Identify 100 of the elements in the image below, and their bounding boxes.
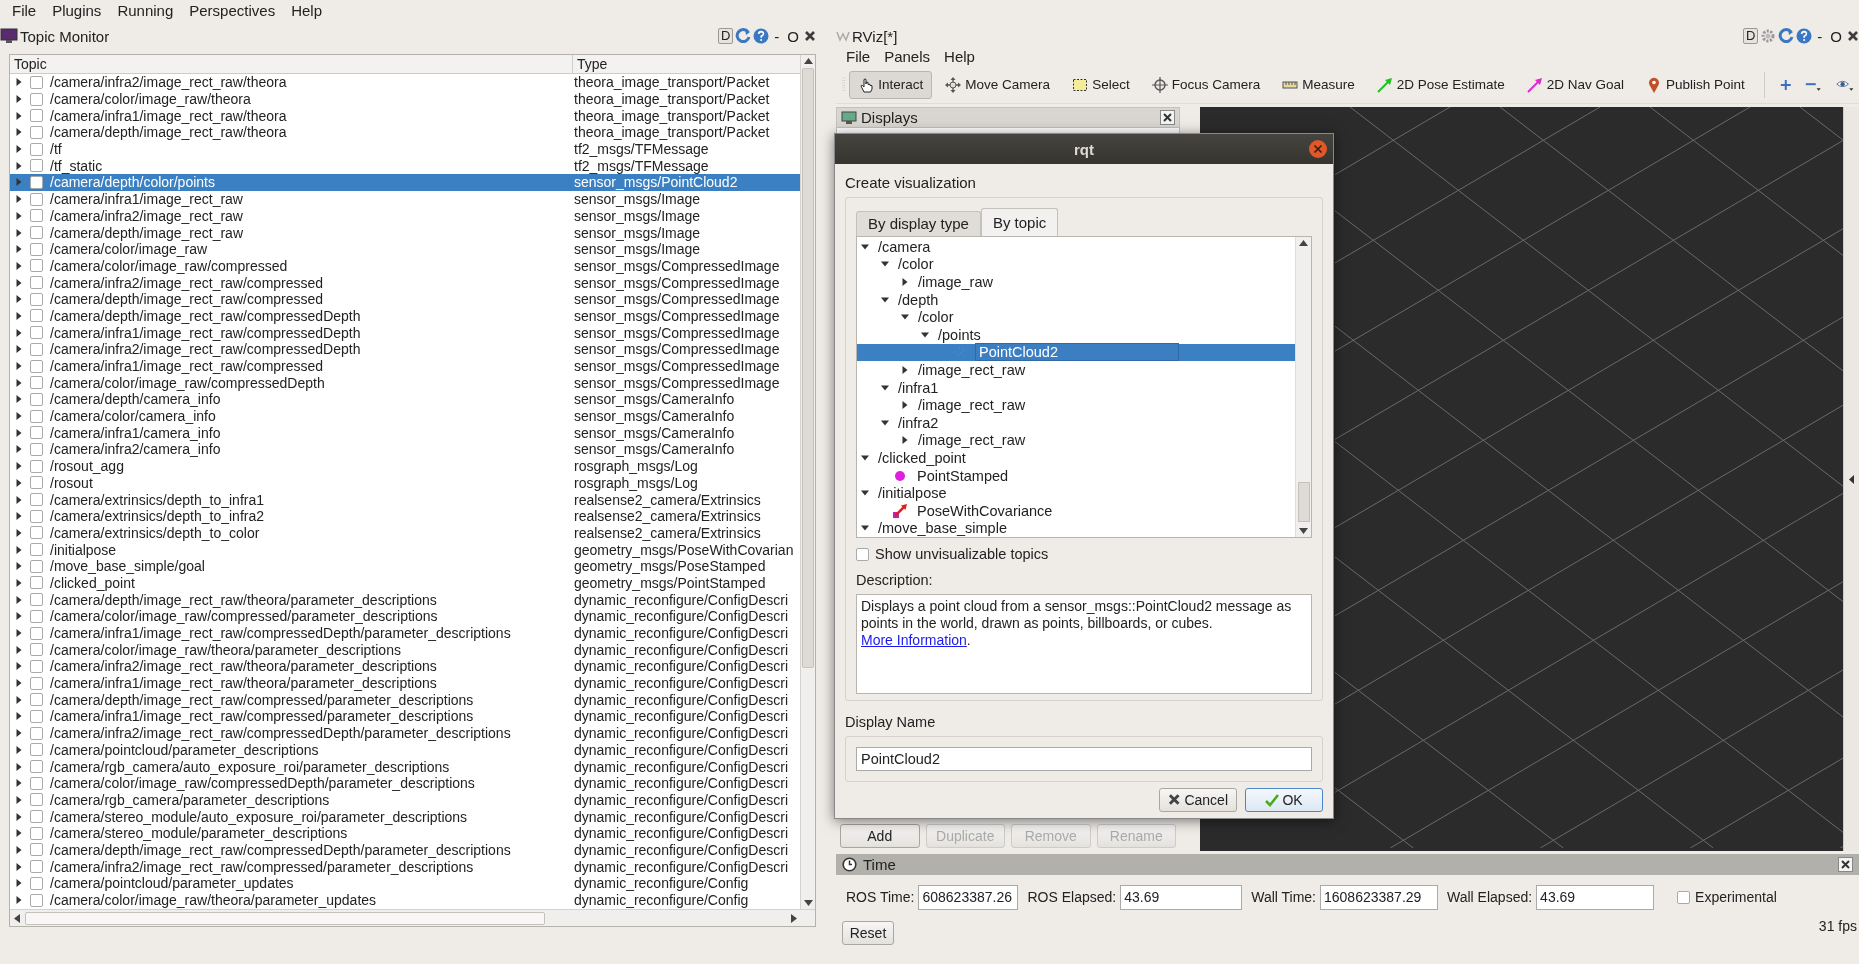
expand-arrow-icon[interactable]: [901, 436, 909, 445]
topic-tree[interactable]: [856, 236, 1312, 538]
help-icon[interactable]: [753, 28, 770, 44]
display-name-field[interactable]: PointCloud2: [856, 747, 1312, 771]
expand-arrow-icon[interactable]: [901, 365, 909, 374]
table-row[interactable]: /camera/color/image_raw/compressed sensor_msgs/CompressedImage: [10, 257, 800, 275]
checkbox[interactable]: [30, 426, 43, 440]
table-row[interactable]: /move_base_simple/goal geometry_msgs/PoseStamped: [10, 557, 800, 575]
tool-button[interactable]: Publish Point: [1637, 70, 1754, 99]
expand-arrow-icon[interactable]: [15, 111, 23, 120]
table-row[interactable]: /camera/depth/image_rect_raw/compressedDepth/parameter_descriptions dynamic_reconfigure/ConfigDescri: [10, 841, 800, 859]
table-row[interactable]: /camera/infra2/image_rect_raw/compressedDepth sensor_msgs/CompressedImage: [10, 341, 800, 358]
checkbox[interactable]: [30, 192, 43, 206]
table-row[interactable]: /camera/extrinsics/depth_to_color realsense2_camera/Extrinsics: [10, 524, 800, 542]
checkbox[interactable]: [30, 309, 43, 323]
checkbox[interactable]: [30, 626, 43, 640]
checkbox[interactable]: [30, 342, 43, 356]
help-icon[interactable]: [1796, 28, 1813, 44]
checkbox[interactable]: [30, 643, 43, 657]
checkbox[interactable]: [1677, 890, 1691, 904]
table-row[interactable]: /camera/infra1/image_rect_raw/theora theora_image_transport/Packet: [10, 107, 800, 125]
tree-item[interactable]: /image_rect_raw: [857, 396, 1295, 414]
expand-arrow-icon[interactable]: [15, 261, 23, 270]
expand-arrow-icon[interactable]: [15, 762, 23, 771]
table-row[interactable]: /camera/infra2/image_rect_raw/compressed/parameter_descriptions dynamic_reconfigure/ConfigDescri: [10, 858, 800, 875]
checkbox[interactable]: [30, 876, 43, 890]
close-icon[interactable]: [1847, 30, 1859, 42]
input-field[interactable]: 1608623387.29: [1320, 884, 1438, 910]
checkbox[interactable]: [30, 860, 43, 874]
dock-button[interactable]: D: [1742, 28, 1759, 44]
tree-item[interactable]: PointStamped: [857, 466, 1295, 485]
expand-arrow-icon[interactable]: [15, 211, 23, 220]
expand-arrow-icon[interactable]: [15, 78, 23, 87]
more-information-link[interactable]: More Information: [861, 632, 967, 648]
collapse-arrow-icon[interactable]: [901, 313, 909, 322]
checkbox[interactable]: [30, 409, 43, 423]
scroll-thumb[interactable]: [802, 68, 814, 668]
tree-item[interactable]: /initialpose: [857, 484, 1295, 502]
collapse-arrow-icon[interactable]: [881, 383, 889, 392]
expand-arrow-icon[interactable]: [15, 145, 23, 154]
float-button[interactable]: O: [784, 27, 802, 45]
checkbox[interactable]: [30, 75, 43, 89]
tree-item[interactable]: /depth: [857, 290, 1295, 309]
table-row[interactable]: /camera/stereo_module/parameter_descriptions dynamic_reconfigure/ConfigDescri: [10, 824, 800, 842]
input-field[interactable]: 43.69: [1120, 884, 1243, 910]
collapse-arrow-icon[interactable]: [881, 418, 889, 427]
table-row[interactable]: /camera/depth/image_rect_raw/theora theora_image_transport/Packet: [10, 124, 800, 141]
collapse-arrow-icon[interactable]: [921, 330, 929, 339]
expand-arrow-icon[interactable]: [15, 462, 23, 471]
checkbox[interactable]: [30, 893, 43, 907]
table-row[interactable]: /camera/color/image_raw/compressedDepth sensor_msgs/CompressedImage: [10, 374, 800, 392]
expand-arrow-icon[interactable]: [15, 812, 23, 821]
input-field[interactable]: 43.69: [1536, 884, 1655, 910]
menu-item[interactable]: Running: [111, 1, 180, 21]
tool-button[interactable]: Interact: [849, 70, 933, 99]
cancel-button[interactable]: Cancel: [1159, 788, 1237, 812]
tool-button[interactable]: Move Camera: [936, 70, 1060, 99]
table-row[interactable]: /tf tf2_msgs/TFMessage: [10, 140, 800, 158]
table-row[interactable]: /rosout rosgraph_msgs/Log: [10, 474, 800, 492]
expand-arrow-icon[interactable]: [15, 445, 23, 454]
expand-arrow-icon[interactable]: [901, 401, 909, 410]
expand-arrow-icon[interactable]: [15, 629, 23, 638]
menu-item[interactable]: Help: [938, 46, 981, 67]
collapse-arrow-icon[interactable]: [861, 489, 869, 498]
checkbox[interactable]: [30, 359, 43, 373]
tab[interactable]: By display type: [856, 211, 981, 236]
close-button[interactable]: [1160, 110, 1175, 125]
panel-button[interactable]: Add: [840, 824, 920, 848]
collapse-arrow-icon[interactable]: [881, 295, 889, 304]
column-header[interactable]: Type: [573, 55, 800, 73]
expand-arrow-icon[interactable]: [15, 729, 23, 738]
expand-arrow-icon[interactable]: [15, 712, 23, 721]
refresh-icon[interactable]: [735, 28, 752, 44]
table-row[interactable]: /camera/rgb_camera/auto_exposure_roi/parameter_descriptions dynamic_reconfigure/ConfigDescri: [10, 758, 800, 775]
table-row[interactable]: /camera/infra2/image_rect_raw/theora/parameter_descriptions dynamic_reconfigure/ConfigDescri: [10, 658, 800, 675]
checkbox[interactable]: [856, 547, 869, 561]
tree-item[interactable]: /infra2: [857, 413, 1295, 432]
checkbox[interactable]: [30, 493, 43, 507]
checkbox[interactable]: [30, 676, 43, 690]
table-row[interactable]: /camera/color/image_raw sensor_msgs/Image: [10, 240, 800, 258]
scroll-thumb[interactable]: [25, 911, 545, 925]
expand-arrow-icon[interactable]: [15, 512, 23, 521]
table-row[interactable]: /camera/extrinsics/depth_to_infra2 realsense2_camera/Extrinsics: [10, 507, 800, 525]
reset-button[interactable]: Reset: [842, 921, 894, 945]
expand-arrow-icon[interactable]: [15, 745, 23, 754]
tree-item[interactable]: /camera: [857, 238, 1295, 256]
expand-arrow-icon[interactable]: [15, 345, 23, 354]
expand-arrow-icon[interactable]: [15, 278, 23, 287]
table-row[interactable]: /camera/depth/image_rect_raw/theora/parameter_descriptions dynamic_reconfigure/ConfigDescri: [10, 591, 800, 608]
expand-arrow-icon[interactable]: [15, 578, 23, 587]
checkbox[interactable]: [30, 125, 43, 139]
expand-arrow-icon[interactable]: [901, 278, 909, 286]
checkbox[interactable]: [30, 142, 43, 156]
table-row[interactable]: /camera/depth/image_rect_raw/compressed sensor_msgs/CompressedImage: [10, 290, 800, 308]
table-row[interactable]: /camera/infra1/image_rect_raw/compressed/parameter_descriptions dynamic_reconfigure/ConfigDescri: [10, 708, 800, 725]
checkbox[interactable]: [30, 810, 43, 824]
column-header[interactable]: Topic: [10, 55, 573, 73]
table-row[interactable]: /camera/depth/image_rect_raw sensor_msgs/Image: [10, 224, 800, 241]
tree-item[interactable]: /color: [857, 308, 1295, 326]
table-row[interactable]: /camera/color/camera_info sensor_msgs/CameraInfo: [10, 407, 800, 425]
